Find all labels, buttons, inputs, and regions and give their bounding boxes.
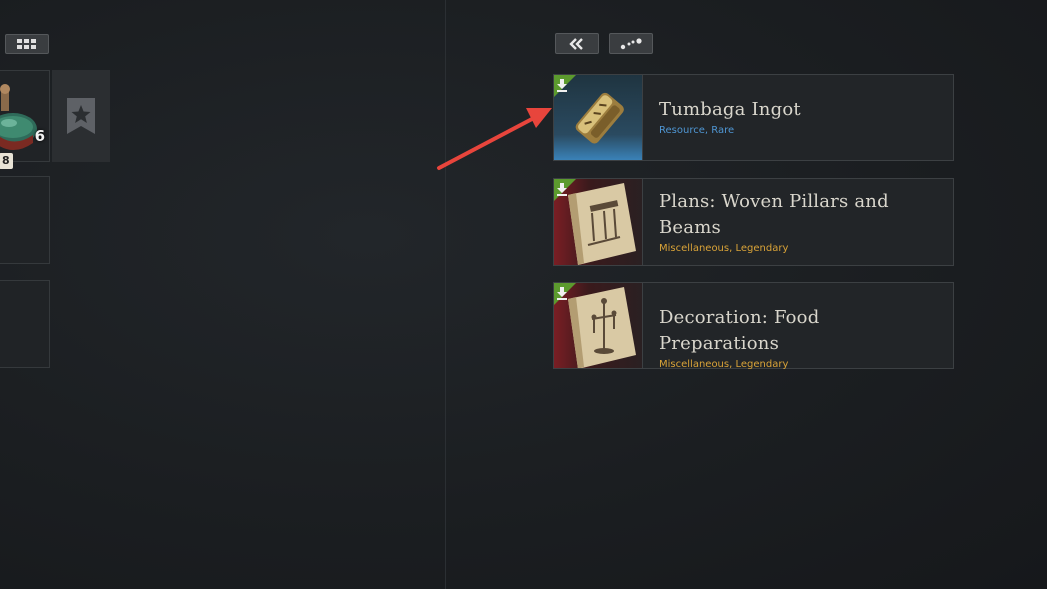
item-quantity: 6: [34, 127, 45, 145]
ingot-icon: [554, 75, 624, 144]
item-category: Miscellaneous, Legendary: [659, 359, 789, 370]
list-item[interactable]: Plans: Woven Pillars and Beams Miscellan…: [553, 178, 954, 266]
item-count-badge: 8: [0, 153, 13, 169]
item-category: Miscellaneous, Legendary: [659, 243, 789, 254]
panel-divider: [445, 0, 446, 589]
collapse-button[interactable]: [555, 33, 599, 54]
inventory-slot-empty[interactable]: [0, 176, 50, 264]
item-icon-frame: [554, 75, 643, 160]
list-item[interactable]: Tumbaga Ingot Resource, Rare: [553, 74, 954, 161]
favorite-button[interactable]: [52, 70, 110, 162]
potion-icon: [0, 84, 37, 150]
decoration-scroll-icon: [554, 283, 636, 368]
item-icon-frame: [554, 179, 643, 265]
item-name: Tumbaga Ingot: [659, 99, 801, 120]
item-name: Decoration: Food Preparations: [659, 307, 820, 354]
item-icon-frame: [554, 283, 643, 368]
item-thumbnail: [0, 71, 49, 159]
scatter-dots-icon: [620, 37, 642, 49]
inventory-slot[interactable]: 6 8: [0, 70, 50, 169]
item-category: Resource, Rare: [659, 125, 735, 136]
list-item[interactable]: Decoration: Food Preparations Miscellane…: [553, 282, 954, 370]
inventory-slot-empty[interactable]: [0, 280, 50, 368]
blueprint-scroll-icon: [554, 179, 636, 265]
scatter-button[interactable]: [609, 33, 653, 54]
grid-view-button[interactable]: [5, 34, 49, 54]
grid-view-icon: [17, 39, 36, 49]
double-chevron-left-icon: [569, 37, 583, 50]
item-name: Plans: Woven Pillars and Beams: [659, 191, 889, 238]
star-bookmark-icon: [67, 98, 95, 134]
